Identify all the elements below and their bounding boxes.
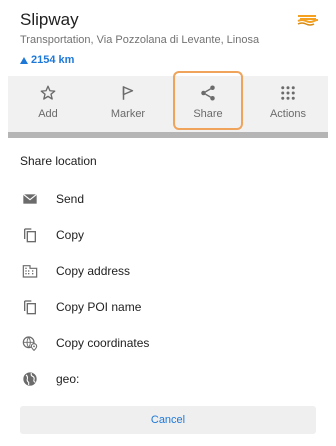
share-item-label: Send <box>56 192 85 206</box>
share-item-copy-coordinates[interactable]: Copy coordinates <box>0 326 336 362</box>
share-item-label: Copy coordinates <box>56 336 150 350</box>
sheet-divider <box>8 132 328 138</box>
share-sheet-title: Share location <box>20 154 97 168</box>
share-highlight-outline <box>173 71 243 130</box>
grid-dots-icon <box>281 86 295 100</box>
flag-icon <box>122 86 134 100</box>
envelope-icon <box>22 193 38 204</box>
star-icon <box>40 85 56 100</box>
poi-distance[interactable]: 2154 km <box>20 54 74 66</box>
marker-button[interactable]: Marker <box>88 76 168 132</box>
share-item-label: Copy address <box>56 264 131 278</box>
share-item-geo[interactable]: geo: <box>0 362 336 398</box>
poi-action-bar: Add Marker Share Actions <box>8 76 328 132</box>
share-item-copy-poi-name[interactable]: Copy POI name <box>0 290 336 326</box>
cancel-button[interactable]: Cancel <box>20 406 316 434</box>
poi-subtitle: Transportation, Via Pozzolana di Levante… <box>20 34 260 46</box>
globe-icon <box>23 372 37 386</box>
poi-header: Slipway Transportation, Via Pozzolana di… <box>0 0 336 76</box>
poi-title: Slipway <box>20 10 79 29</box>
share-item-label: Copy <box>56 228 85 242</box>
actions-button[interactable]: Actions <box>248 76 328 132</box>
slipway-icon <box>297 15 318 26</box>
marker-label: Marker <box>110 108 146 120</box>
actions-label: Actions <box>269 108 307 120</box>
globe-pin-icon <box>22 336 38 351</box>
direction-arrow-icon <box>20 56 28 64</box>
share-item-label: geo: <box>56 372 80 386</box>
copy-icon <box>24 300 36 315</box>
building-icon <box>22 265 38 278</box>
share-item-copy-address[interactable]: Copy address <box>0 254 336 290</box>
copy-icon <box>24 228 36 243</box>
add-label: Add <box>38 108 58 120</box>
add-button[interactable]: Add <box>8 76 88 132</box>
share-item-label: Copy POI name <box>56 300 142 314</box>
distance-value: 2154 km <box>31 54 75 66</box>
share-item-send[interactable]: Send <box>0 182 336 218</box>
share-item-copy[interactable]: Copy <box>0 218 336 254</box>
